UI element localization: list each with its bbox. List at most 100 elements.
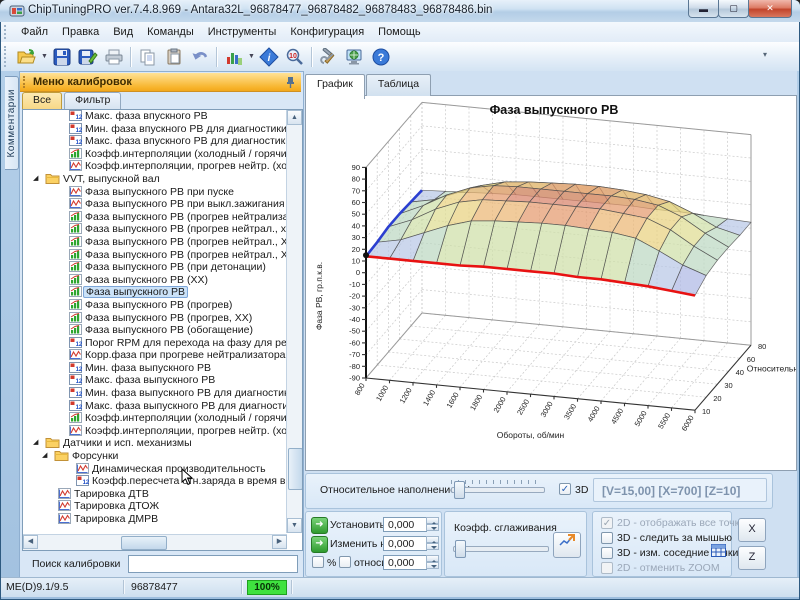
tree-item[interactable]: Фаза выпускного РВ (ХХ) <box>23 274 302 287</box>
close-button[interactable]: ✕ <box>748 0 792 18</box>
undo-button[interactable] <box>187 45 213 69</box>
maximize-button[interactable]: ▢ <box>718 0 749 18</box>
apply-set-button[interactable]: ➜ <box>311 517 328 534</box>
tree-vertical-scrollbar[interactable]: ▲ ▼ <box>286 110 302 533</box>
set-value-input[interactable]: 0,000 <box>383 517 427 532</box>
save-button[interactable] <box>49 45 75 69</box>
tab-table[interactable]: Таблица <box>366 74 431 96</box>
menu-tools[interactable]: Инструменты <box>201 24 284 40</box>
fill-slider[interactable] <box>451 487 545 493</box>
paste-button[interactable] <box>161 45 187 69</box>
tab-chart[interactable]: График <box>305 74 365 99</box>
save-as-button[interactable] <box>75 45 101 69</box>
expand-arrow[interactable]: ◢ <box>42 451 47 459</box>
title-bar[interactable]: ChipTuningPRO ver.7.4.8.969 - Antara32L_… <box>0 0 800 22</box>
expand-arrow[interactable]: ◢ <box>33 174 38 182</box>
smoothing-slider[interactable] <box>453 546 549 552</box>
tree-item[interactable]: ◢Датчики и исп. механизмы <box>23 437 302 450</box>
scroll-down-button[interactable]: ▼ <box>287 518 302 533</box>
expand-arrow[interactable]: ◢ <box>33 438 38 446</box>
print-button[interactable] <box>101 45 127 69</box>
apply-change-button[interactable]: ➜ <box>311 536 328 553</box>
scroll-left-button[interactable]: ◀ <box>23 535 38 549</box>
tree-item[interactable]: Коэфф.интерполяции (холодный / горячий ) <box>23 148 302 161</box>
tree-item[interactable]: Фаза выпускного РВ (обогащение) <box>23 324 302 337</box>
set-value-stepper[interactable] <box>426 517 439 532</box>
tree-item[interactable]: 12Мин. фаза выпускного РВ <box>23 362 302 375</box>
tree-item[interactable]: 12Мин. фаза впускного РВ для диагностики <box>23 123 302 136</box>
tree-item[interactable]: Тарировка ДМРВ <box>23 513 302 526</box>
tree-item[interactable]: 12Макс. фаза впускного РВ для диагностик… <box>23 135 302 148</box>
tree-item[interactable]: Фаза выпускного РВ (прогрев нейтрал., ХХ… <box>23 236 302 249</box>
tree-item[interactable]: Фаза выпускного РВ (при детонации) <box>23 261 302 274</box>
tree-item[interactable]: Фаза выпускного РВ (прогрев нейтрал., ХХ… <box>23 249 302 262</box>
menu-configuration[interactable]: Конфигурация <box>283 24 371 40</box>
x-axis-button[interactable]: X <box>738 518 766 542</box>
tree-item[interactable]: Тарировка ДТОЖ <box>23 500 302 513</box>
compare-charts-button[interactable] <box>221 45 247 69</box>
menu-file[interactable]: Файл <box>14 24 55 40</box>
tree-horizontal-scrollbar[interactable]: ◀ ▶ <box>23 534 287 550</box>
menu-edit[interactable]: Правка <box>55 24 106 40</box>
tree-item[interactable]: 12Мин. фаза выпускного РВ для диагностик… <box>23 387 302 400</box>
scroll-right-button[interactable]: ▶ <box>272 535 287 549</box>
remote-connection-button[interactable] <box>342 45 368 69</box>
surface-chart[interactable]: -90-80-70-60-50-40-30-20-100102030405060… <box>305 95 797 471</box>
checkbox[interactable] <box>601 532 613 544</box>
tree-item[interactable]: Фаза выпускного РВ <box>23 286 302 299</box>
tree-item[interactable]: ◢Форсунки <box>23 450 302 463</box>
scroll-thumb[interactable] <box>288 448 303 490</box>
find-number-button[interactable]: 10 <box>282 45 308 69</box>
open-dropdown-caret[interactable]: ▼ <box>40 45 49 69</box>
help-button[interactable]: ? <box>368 45 394 69</box>
tree-item[interactable]: Фаза выпускного РВ при пуске <box>23 186 302 199</box>
relative-checkbox[interactable] <box>339 556 351 568</box>
tree-item[interactable]: Корр.фаза при прогреве нейтрализатора <box>23 349 302 362</box>
menu-view[interactable]: Вид <box>106 24 140 40</box>
tree-item[interactable]: Фаза выпускного РВ (прогрев нейтрализато… <box>23 211 302 224</box>
toolbar-overflow-button[interactable]: ▾ <box>763 50 767 59</box>
tree-item[interactable]: Коэфф.интерполяции, прогрев нейтр. (холо… <box>23 160 302 173</box>
fill-slider-thumb[interactable] <box>454 481 465 499</box>
tab-all[interactable]: Все <box>22 92 62 109</box>
tab-filter[interactable]: Фильтр <box>64 92 121 109</box>
change-value-input[interactable]: 0,000 <box>383 536 427 551</box>
z-axis-button[interactable]: Z <box>738 546 766 570</box>
comments-dock-tab[interactable]: Комментарии <box>5 76 19 170</box>
tree-item[interactable]: Тарировка ДТВ <box>23 488 302 501</box>
tree-item[interactable]: Коэфф.интерполяции, прогрев нейтр. (холо… <box>23 425 302 438</box>
apply-smoothing-button[interactable] <box>553 532 581 558</box>
checkbox[interactable] <box>601 547 613 559</box>
percent-checkbox[interactable] <box>312 556 324 568</box>
open-button[interactable] <box>14 45 40 69</box>
tree-item[interactable]: ◢VVT, выпускной вал <box>23 173 302 186</box>
3d-checkbox[interactable]: ✓ <box>559 483 571 495</box>
tree-item[interactable]: Фаза выпускного РВ (прогрев, ХХ) <box>23 312 302 325</box>
search-input[interactable] <box>128 555 298 573</box>
tree-item[interactable]: 12Порог RPM для перехода на фазу для реж… <box>23 337 302 350</box>
relative-value-stepper[interactable] <box>426 555 439 570</box>
minimize-button[interactable]: ▬ <box>688 0 719 18</box>
tree-item[interactable]: Фаза выпускного РВ (прогрев) <box>23 299 302 312</box>
pin-icon[interactable] <box>286 76 295 92</box>
scroll-thumb[interactable] <box>121 536 167 550</box>
info-button[interactable]: i <box>256 45 282 69</box>
tree-item[interactable]: 12Коэфф.пересчета отн.заряда в время впр… <box>23 475 302 488</box>
tree-item[interactable]: Коэфф.интерполяции (холодный / горячий ) <box>23 412 302 425</box>
tools-button[interactable] <box>316 45 342 69</box>
change-value-stepper[interactable] <box>426 536 439 551</box>
scroll-up-button[interactable]: ▲ <box>287 110 302 125</box>
tree-item[interactable]: 12Макс. фаза выпускного РВ <box>23 374 302 387</box>
menu-commands[interactable]: Команды <box>140 24 201 40</box>
tree-item[interactable]: Динамическая производительность <box>23 463 302 476</box>
smoothing-slider-thumb[interactable] <box>455 540 466 558</box>
copy-button[interactable] <box>135 45 161 69</box>
tree-item[interactable]: Фаза выпускного РВ при выкл.зажигания <box>23 198 302 211</box>
compare-dropdown-caret[interactable]: ▼ <box>247 45 256 69</box>
menu-help[interactable]: Помощь <box>371 24 428 40</box>
relative-value-input[interactable]: 0,000 <box>383 555 427 570</box>
tree-item[interactable]: 12Макс. фаза выпускного РВ для диагности… <box>23 400 302 413</box>
tree-item[interactable]: Фаза выпускного РВ (прогрев нейтрал., хо… <box>23 223 302 236</box>
option-2[interactable]: 3D - следить за мышью <box>601 532 732 544</box>
tree-item[interactable]: 12Макс. фаза впускного РВ <box>23 110 302 123</box>
